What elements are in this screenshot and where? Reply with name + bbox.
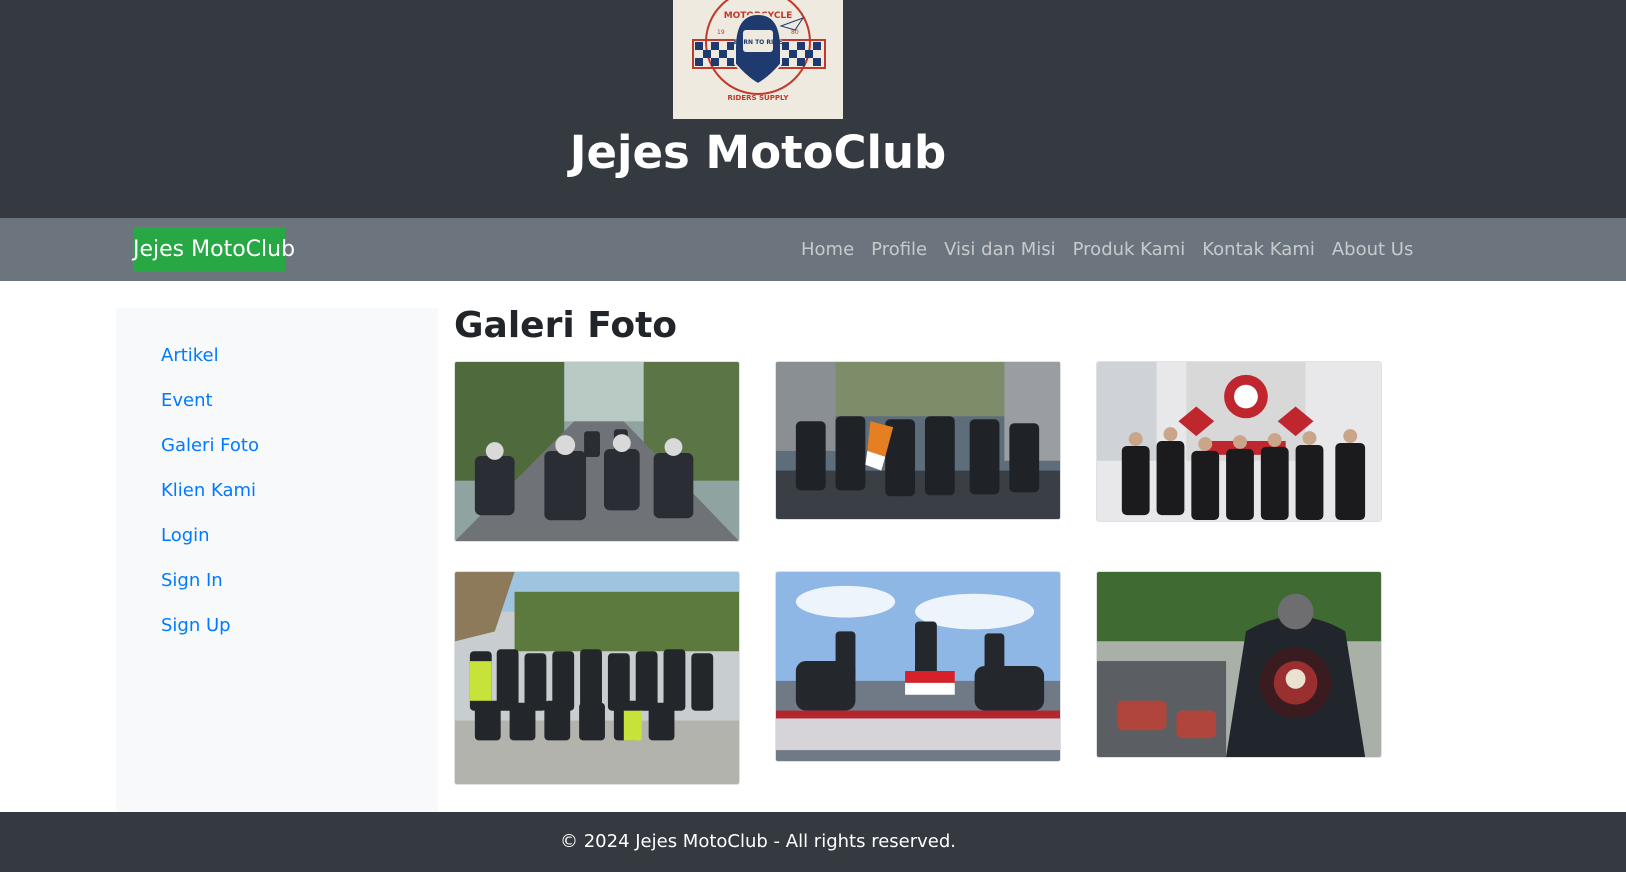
gallery-photo-1[interactable] xyxy=(454,361,740,542)
nav-links: Home Profile Visi dan Misi Produk Kami K… xyxy=(801,218,1430,281)
club-logo: MOTORCYCLE 19 80 BORN TO RIDE RIDERS SUP… xyxy=(673,0,843,119)
sidebar-item-sign-up[interactable]: Sign Up xyxy=(161,615,231,636)
navbar-brand[interactable]: Jejes MotoClub xyxy=(133,227,295,272)
gallery-photo-6[interactable] xyxy=(1096,571,1382,758)
sidebar-item-login[interactable]: Login xyxy=(161,525,210,546)
main-navbar: Jejes MotoClub Home Profile Visi dan Mis… xyxy=(0,218,1626,281)
nav-visi-misi[interactable]: Visi dan Misi xyxy=(944,239,1056,260)
gallery-photo-5[interactable] xyxy=(775,571,1061,762)
sidebar-item-galeri-foto[interactable]: Galeri Foto xyxy=(161,435,259,456)
photo-community-group-icon xyxy=(455,572,739,784)
nav-profile[interactable]: Profile xyxy=(871,239,927,260)
gallery-photo-3[interactable] xyxy=(1096,361,1382,522)
site-title: Jejes MotoClub xyxy=(569,126,947,179)
nav-about-us[interactable]: About Us xyxy=(1332,239,1414,260)
svg-text:RIDERS SUPPLY: RIDERS SUPPLY xyxy=(728,94,790,102)
gallery-photo-2[interactable] xyxy=(775,361,1061,520)
footer-copyright: © 2024 Jejes MotoClub - All rights reser… xyxy=(560,831,956,852)
photo-motorcycle-convoy-icon xyxy=(455,362,739,541)
sidebar-item-sign-in[interactable]: Sign In xyxy=(161,570,223,591)
photo-vixion-semeton-banner-icon xyxy=(776,572,1060,761)
sidebar: Artikel Event Galeri Foto Klien Kami Log… xyxy=(116,308,438,812)
sidebar-item-artikel[interactable]: Artikel xyxy=(161,345,219,366)
nav-produk-kami[interactable]: Produk Kami xyxy=(1073,239,1186,260)
photo-biker-vest-back-icon xyxy=(1097,572,1381,757)
page-title: Galeri Foto xyxy=(454,305,678,346)
photo-bikers-club-group-icon xyxy=(1097,362,1381,521)
site-header: MOTORCYCLE 19 80 BORN TO RIDE RIDERS SUP… xyxy=(0,0,1626,218)
svg-text:BORN TO RIDE: BORN TO RIDE xyxy=(734,39,783,46)
sidebar-item-event[interactable]: Event xyxy=(161,390,213,411)
nav-kontak-kami[interactable]: Kontak Kami xyxy=(1202,239,1315,260)
nav-home[interactable]: Home xyxy=(801,239,854,260)
svg-text:19: 19 xyxy=(717,29,725,36)
photo-riders-with-flag-icon xyxy=(776,362,1060,519)
motorcycle-club-badge-icon: MOTORCYCLE 19 80 BORN TO RIDE RIDERS SUP… xyxy=(673,0,843,119)
gallery-photo-4[interactable] xyxy=(454,571,740,785)
site-footer: © 2024 Jejes MotoClub - All rights reser… xyxy=(0,812,1626,872)
sidebar-item-klien-kami[interactable]: Klien Kami xyxy=(161,480,256,501)
